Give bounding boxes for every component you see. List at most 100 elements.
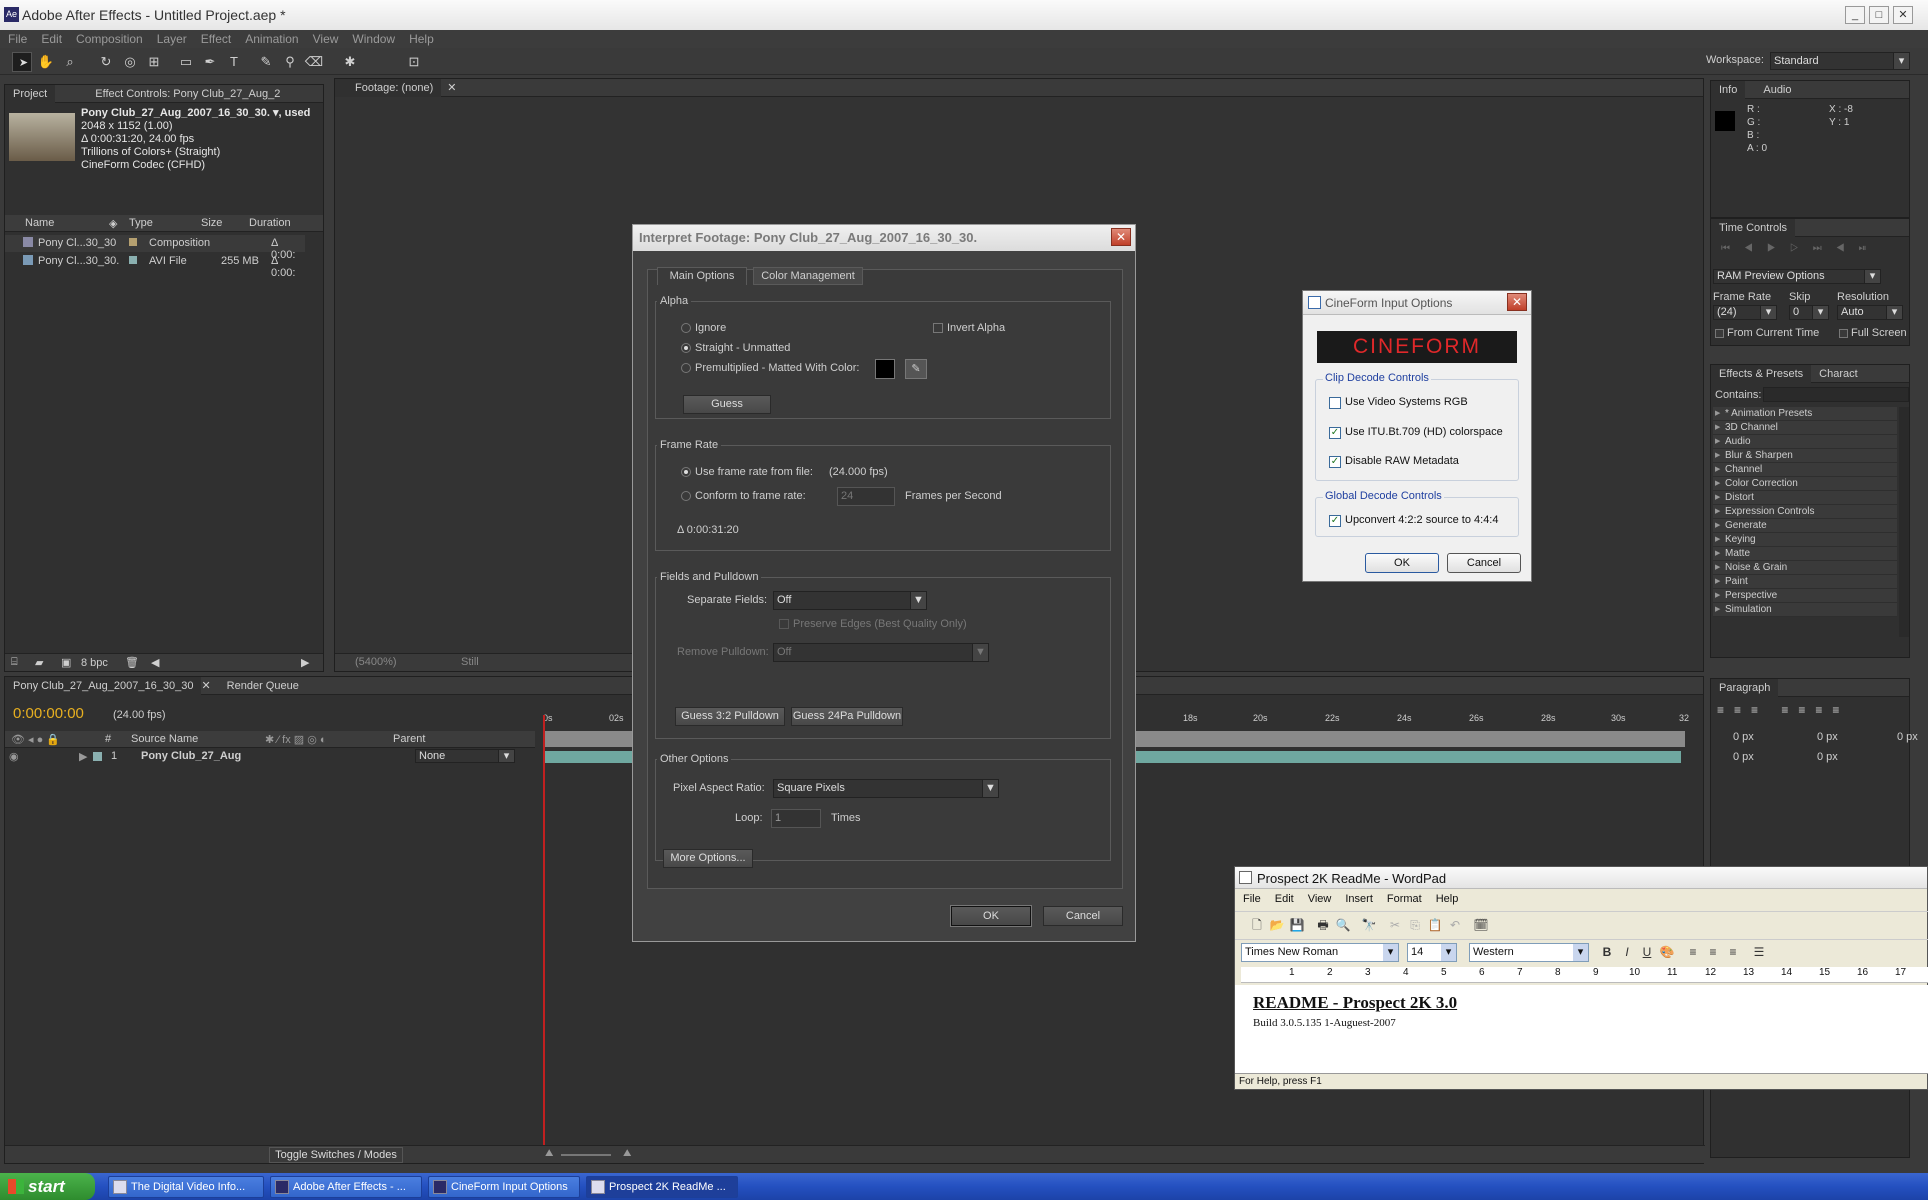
task-digital-video[interactable]: The Digital Video Info... [108,1176,264,1198]
menu-composition[interactable]: Composition [76,32,143,46]
ram-preview-select[interactable]: RAM Preview Options ▾ [1713,269,1881,284]
menu-file[interactable]: File [8,32,27,46]
zoom-out-icon[interactable]: ⛰ [545,1148,553,1159]
menu-view[interactable]: View [313,32,339,46]
find-icon[interactable]: 🔭 [1361,917,1377,933]
disable-raw-checkbox[interactable]: ✓ [1329,456,1341,468]
list-item[interactable]: Generate [1713,519,1897,533]
col-source-name[interactable]: Source Name [131,733,265,745]
zoom-in-icon[interactable]: ⛰ [623,1148,631,1159]
table-row[interactable]: ◉ ▶ 1 Pony Club_27_Aug None ▾ [5,749,535,765]
bullets-icon[interactable]: ☰ [1751,944,1767,960]
close-icon[interactable]: ✕ [201,679,210,692]
tab-project[interactable]: Project [5,84,56,103]
premultiplied-radio[interactable] [681,363,691,373]
list-item[interactable]: Color Correction [1713,477,1897,491]
hand-tool-icon[interactable]: ✋ [36,52,56,72]
rotate-tool-icon[interactable]: ↻ [96,52,116,72]
guess-24pa-pulldown-button[interactable]: Guess 24Pa Pulldown [791,707,903,726]
puppet-tool-icon[interactable]: ✱ [340,52,360,72]
conform-fps-input[interactable]: 24 [837,487,895,506]
print-icon[interactable]: 🖶 [1315,917,1331,933]
list-item[interactable]: * Animation Presets [1713,407,1897,421]
tab-main-options[interactable]: Main Options [657,267,747,285]
remove-pulldown-select[interactable]: Off ▼ [773,643,989,662]
space-after[interactable]: 0 px [1817,751,1838,763]
print-preview-icon[interactable]: 🔍 [1335,917,1351,933]
tab-footage[interactable]: Footage: (none) [335,78,442,97]
pan-behind-tool-icon[interactable]: ⊞ [144,52,164,72]
menu-animation[interactable]: Animation [245,32,298,46]
toggle-switches-modes[interactable]: Toggle Switches / Modes [269,1147,403,1163]
guess-32-pulldown-button[interactable]: Guess 3:2 Pulldown [675,707,785,726]
parent-select[interactable]: None ▾ [415,749,515,763]
brush-tool-icon[interactable]: ✎ [256,52,276,72]
insert-datetime-icon[interactable]: 🗓 [1473,917,1489,933]
maximize-button[interactable]: □ [1869,6,1889,24]
tab-effect-controls[interactable]: Effect Controls: Pony Club_27_Aug_2 [55,85,288,103]
new-folder-icon[interactable]: ▰ [35,656,43,669]
list-item[interactable]: Expression Controls [1713,505,1897,519]
rectangle-tool-icon[interactable]: ▭ [176,52,196,72]
undo-icon[interactable]: ↶ [1447,917,1463,933]
script-select[interactable]: Western ▾ [1469,943,1589,962]
list-item[interactable]: Simulation [1713,603,1897,617]
effects-search-input[interactable] [1763,387,1909,402]
wp-menu-file[interactable]: File [1243,893,1261,905]
ok-button[interactable]: OK [951,906,1031,926]
zoom-slider[interactable] [561,1154,611,1156]
tab-timeline[interactable]: Pony Club_27_Aug_2007_16_30_30 [5,676,202,695]
full-screen-checkbox[interactable] [1839,329,1848,338]
align-right-icon[interactable]: ≡ [1725,944,1741,960]
list-item[interactable]: Keying [1713,533,1897,547]
tab-color-management[interactable]: Color Management [753,267,863,285]
clone-stamp-tool-icon[interactable]: ⚲ [280,52,300,72]
ignore-radio[interactable] [681,323,691,333]
wp-menu-insert[interactable]: Insert [1345,893,1373,905]
align-left-icon[interactable]: ≡ [1685,944,1701,960]
use-file-rate-radio[interactable] [681,467,691,477]
text-tool-icon[interactable]: T [224,52,244,72]
wp-menu-view[interactable]: View [1308,893,1332,905]
delete-icon[interactable]: 🗑 [125,656,139,669]
tab-character[interactable]: Charact [1811,365,1866,383]
eye-icon[interactable]: ◉ [9,750,19,763]
wordpad-ruler[interactable]: 1 2 3 4 5 6 7 8 9 10 11 12 13 14 15 16 1… [1241,967,1928,983]
close-icon[interactable]: ✕ [447,81,456,94]
bold-icon[interactable]: B [1599,944,1615,960]
skip-select[interactable]: 0 ▾ [1789,305,1829,320]
underline-icon[interactable]: U [1639,944,1655,960]
conform-rate-radio[interactable] [681,491,691,501]
current-timecode[interactable]: 0:00:00:00 [13,705,84,722]
effects-scrollbar[interactable] [1899,407,1909,637]
matte-color-swatch[interactable] [875,359,895,379]
itu709-checkbox[interactable]: ✓ [1329,427,1341,439]
copy-icon[interactable]: ⎘ [1407,917,1423,933]
frame-rate-select[interactable]: (24) ▾ [1713,305,1777,320]
list-item[interactable]: 3D Channel [1713,421,1897,435]
tab-audio[interactable]: Audio [1755,81,1799,99]
upconvert-checkbox[interactable]: ✓ [1329,515,1341,527]
expand-arrow-icon[interactable]: ▶ [79,750,87,763]
list-item[interactable]: Matte [1713,547,1897,561]
col-type[interactable]: Type [125,217,197,229]
close-icon[interactable]: ✕ [1111,228,1131,246]
col-name[interactable]: Name [5,217,109,229]
axis-mode-icon[interactable]: ⊡ [404,52,424,72]
font-select[interactable]: Times New Roman ▾ [1241,943,1399,962]
task-after-effects[interactable]: Adobe After Effects - ... [270,1176,422,1198]
eyedropper-icon[interactable]: ✎ [905,359,927,379]
list-item[interactable]: Perspective [1713,589,1897,603]
cancel-button[interactable]: Cancel [1043,906,1123,926]
playback-controls[interactable]: ⏮◀▶▷⏭◀⏯ [1721,243,1881,254]
separate-fields-select[interactable]: Off ▼ [773,591,927,610]
zoom-level[interactable]: (5400%) [355,656,397,668]
tab-info[interactable]: Info [1711,80,1746,99]
wordpad-document[interactable]: README - Prospect 2K 3.0 Build 3.0.5.135… [1235,985,1928,1073]
paste-icon[interactable]: 📋 [1427,917,1443,933]
task-wordpad[interactable]: Prospect 2K ReadMe ... [586,1176,738,1198]
eraser-tool-icon[interactable]: ⌫ [304,52,324,72]
indent-right[interactable]: 0 px [1817,731,1838,743]
camera-tool-icon[interactable]: ◎ [120,52,140,72]
list-item[interactable]: Audio [1713,435,1897,449]
